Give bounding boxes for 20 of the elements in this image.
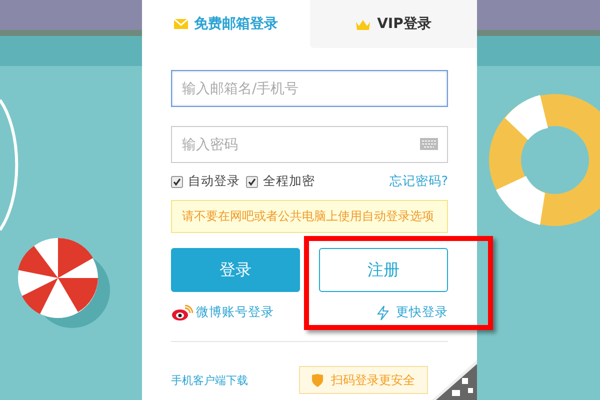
- weibo-login-link[interactable]: 微博账号登录: [171, 304, 274, 321]
- account-field[interactable]: 输入邮箱名/手机号: [171, 70, 448, 107]
- option-checkbox[interactable]: 全程加密: [246, 173, 315, 190]
- shield-icon: [312, 374, 323, 386]
- warning-notice: 请不要在网吧或者公共电脑上使用自动登录选项: [171, 200, 448, 233]
- register-button[interactable]: 注册: [319, 248, 448, 292]
- checkbox[interactable]: [246, 176, 258, 188]
- qr-tip: 扫码登录更安全: [299, 366, 428, 394]
- option-checkbox[interactable]: 自动登录: [171, 173, 240, 190]
- crown-icon: [355, 18, 372, 30]
- envelope-icon: [174, 19, 188, 29]
- lightning-icon: [377, 304, 389, 320]
- eye-logo-icon: [171, 304, 193, 320]
- mobile-client-link[interactable]: 手机客户端下载: [171, 372, 248, 388]
- password-field[interactable]: 输入密码: [171, 126, 448, 163]
- checkbox[interactable]: [171, 176, 183, 188]
- login-button[interactable]: 登录: [171, 248, 300, 292]
- fast-login-link[interactable]: 更快登录: [377, 304, 448, 321]
- forgot-password-link[interactable]: 忘记密码?: [389, 173, 448, 190]
- login-tab[interactable]: VIP登录: [310, 0, 477, 48]
